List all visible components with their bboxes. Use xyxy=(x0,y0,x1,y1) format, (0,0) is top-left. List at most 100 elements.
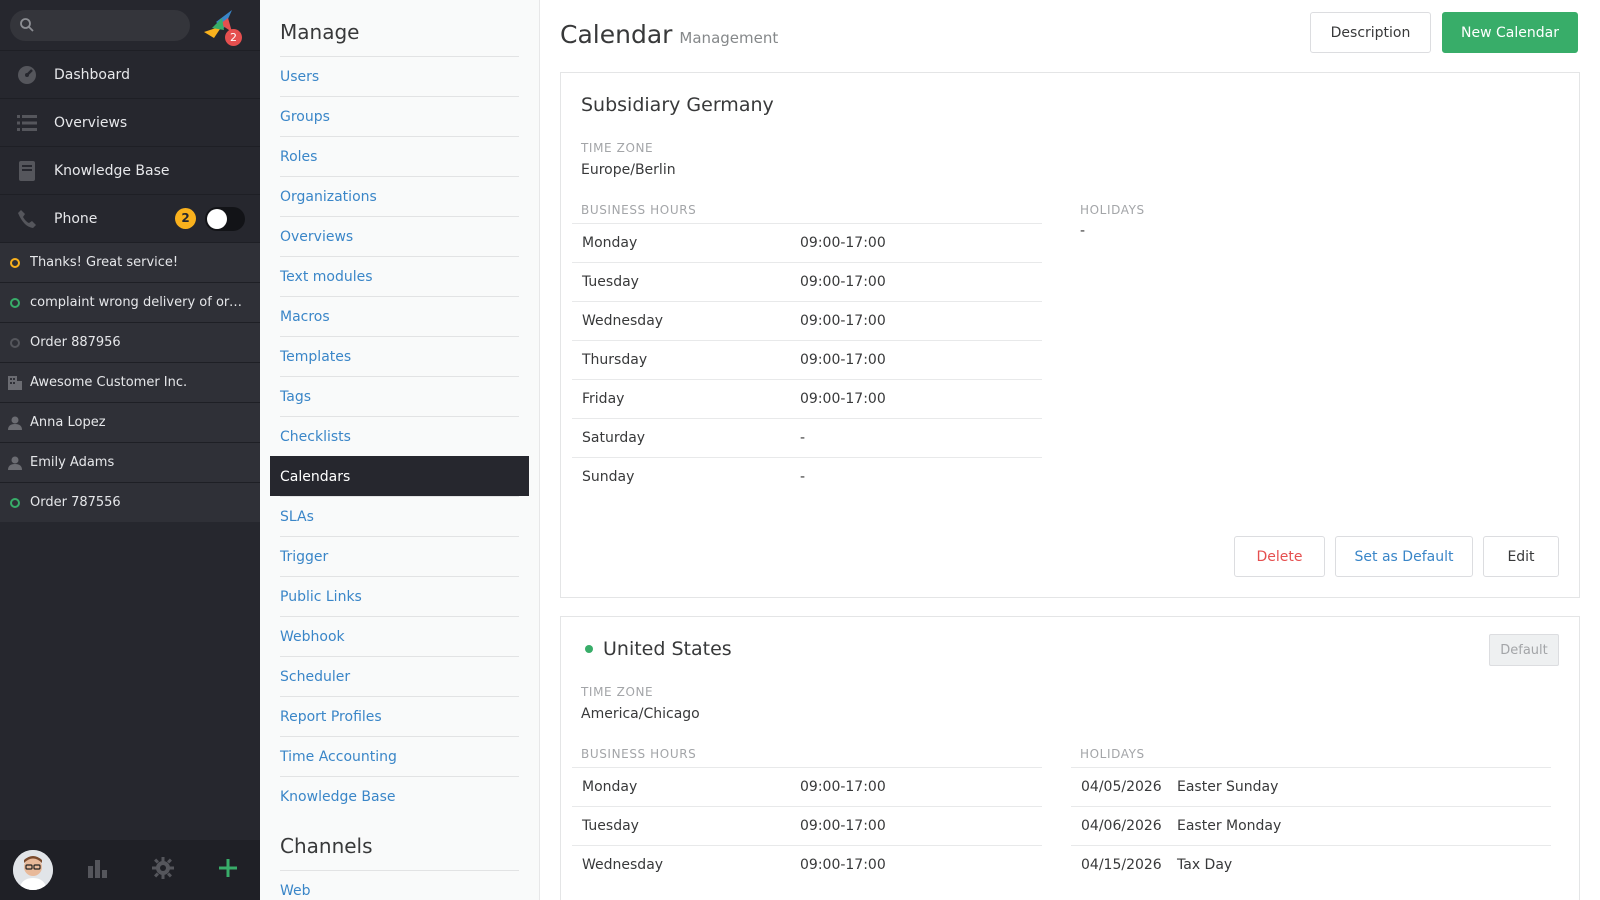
hours-cell: - xyxy=(790,418,1042,458)
calendar-card: Subsidiary Germany TIME ZONE Europe/Berl… xyxy=(560,72,1580,598)
manage-item-overviews[interactable]: Overviews xyxy=(280,216,519,256)
phone-toggle[interactable] xyxy=(205,207,245,231)
weekday-cell: Friday xyxy=(572,379,790,419)
nav-item-knowledge-base[interactable]: Knowledge Base xyxy=(0,146,260,194)
task-item[interactable]: Thanks! Great service! xyxy=(0,242,260,282)
nav-item-overviews[interactable]: Overviews xyxy=(0,98,260,146)
nav-search-row: 2 xyxy=(0,0,260,50)
manage-item-text-modules[interactable]: Text modules xyxy=(280,256,519,296)
edit-button[interactable]: Edit xyxy=(1483,536,1559,577)
manage-item-report-profiles[interactable]: Report Profiles xyxy=(280,696,519,736)
manage-item-templates[interactable]: Templates xyxy=(280,336,519,376)
task-label: Order 887956 xyxy=(30,335,121,350)
task-label: Awesome Customer Inc. xyxy=(30,375,188,390)
book-icon xyxy=(16,160,38,182)
avatar-button[interactable] xyxy=(0,840,65,900)
calendar-name-text: Subsidiary Germany xyxy=(581,94,774,116)
weekday-cell: Tuesday xyxy=(572,806,790,846)
timezone-label: TIME ZONE xyxy=(581,141,654,155)
task-label: Thanks! Great service! xyxy=(30,255,179,270)
manage-item-organizations[interactable]: Organizations xyxy=(280,176,519,216)
table-row: Saturday - xyxy=(572,418,1042,458)
channel-item-web[interactable]: Web xyxy=(280,870,519,900)
phone-count-badge: 2 xyxy=(175,208,196,229)
weekday-cell: Saturday xyxy=(572,418,790,458)
weekday-cell: Sunday xyxy=(572,457,790,497)
table-row: Wednesday 09:00-17:00 xyxy=(572,845,1042,885)
app-logo[interactable]: 2 xyxy=(202,8,242,46)
manage-item-checklists[interactable]: Checklists xyxy=(280,416,519,456)
task-item[interactable]: Order 887956 xyxy=(0,322,260,362)
organization-icon xyxy=(8,375,22,390)
new-calendar-button[interactable]: New Calendar xyxy=(1442,12,1578,53)
new-item-button[interactable] xyxy=(195,840,260,900)
holiday-date: 04/06/2026 xyxy=(1071,806,1167,846)
manage-item-calendars[interactable]: Calendars xyxy=(270,456,529,496)
manage-item-groups[interactable]: Groups xyxy=(280,96,519,136)
gear-icon xyxy=(151,857,174,883)
hours-cell: 09:00-17:00 xyxy=(790,845,1042,885)
hours-cell: 09:00-17:00 xyxy=(790,262,1042,302)
table-row: Thursday 09:00-17:00 xyxy=(572,340,1042,380)
search-icon xyxy=(19,17,35,37)
manage-item-tags[interactable]: Tags xyxy=(280,376,519,416)
manage-item-public-links[interactable]: Public Links xyxy=(280,576,519,616)
phone-icon xyxy=(16,208,38,230)
manage-sidebar: Manage Users Groups Roles Organizations … xyxy=(260,0,540,900)
task-item[interactable]: Awesome Customer Inc. xyxy=(0,362,260,402)
task-item[interactable]: Order 787556 xyxy=(0,482,260,522)
weekday-cell: Thursday xyxy=(572,340,790,380)
table-row: Wednesday 09:00-17:00 xyxy=(572,301,1042,341)
hours-cell: 09:00-17:00 xyxy=(790,223,1042,263)
notification-count: 2 xyxy=(225,29,242,46)
default-badge: Default xyxy=(1489,634,1559,666)
task-label: Anna Lopez xyxy=(30,415,106,430)
table-row: Tuesday 09:00-17:00 xyxy=(572,262,1042,302)
ticket-open-icon xyxy=(8,496,22,510)
plus-icon xyxy=(218,858,238,882)
set-default-button[interactable]: Set as Default xyxy=(1335,536,1473,577)
holidays-label: HOLIDAYS xyxy=(1080,747,1145,761)
calendar-card: United States Default TIME ZONE America/… xyxy=(560,616,1580,900)
holiday-name: Easter Sunday xyxy=(1167,767,1551,807)
search-box[interactable] xyxy=(10,10,190,41)
weekday-cell: Wednesday xyxy=(572,845,790,885)
timezone-label: TIME ZONE xyxy=(581,685,654,699)
channels-heading: Channels xyxy=(280,834,373,858)
main-navigation: 2 Dashboard Overviews Knowledge Base Pho… xyxy=(0,0,260,900)
weekday-cell: Monday xyxy=(572,223,790,263)
manage-item-knowledge-base[interactable]: Knowledge Base xyxy=(280,776,519,816)
settings-button[interactable] xyxy=(130,840,195,900)
manage-item-roles[interactable]: Roles xyxy=(280,136,519,176)
page-title: Calendar xyxy=(560,20,673,49)
task-item[interactable]: Anna Lopez xyxy=(0,402,260,442)
manage-item-scheduler[interactable]: Scheduler xyxy=(280,656,519,696)
nav-bottom-bar xyxy=(0,840,260,900)
task-item[interactable]: complaint wrong delivery of order xyxy=(0,282,260,322)
reporting-button[interactable] xyxy=(65,840,130,900)
weekday-cell: Tuesday xyxy=(572,262,790,302)
page-header: Calendar Management xyxy=(560,20,778,49)
manage-item-macros[interactable]: Macros xyxy=(280,296,519,336)
hours-cell: - xyxy=(790,457,1042,497)
manage-item-slas[interactable]: SLAs xyxy=(280,496,519,536)
manage-item-time-accounting[interactable]: Time Accounting xyxy=(280,736,519,776)
nav-item-phone[interactable]: Phone 2 xyxy=(0,194,260,242)
manage-item-webhook[interactable]: Webhook xyxy=(280,616,519,656)
delete-button[interactable]: Delete xyxy=(1234,536,1325,577)
user-icon xyxy=(8,456,22,470)
task-item[interactable]: Emily Adams xyxy=(0,442,260,482)
manage-item-trigger[interactable]: Trigger xyxy=(280,536,519,576)
manage-item-users[interactable]: Users xyxy=(280,56,519,96)
search-input[interactable] xyxy=(40,10,180,41)
ticket-open-icon xyxy=(8,296,22,310)
holidays-label: HOLIDAYS xyxy=(1080,203,1145,217)
card-actions: Delete Set as Default Edit xyxy=(1234,536,1559,577)
table-row: Friday 09:00-17:00 xyxy=(572,379,1042,419)
holidays-table: 04/05/2026 Easter Sunday 04/06/2026 Easter… xyxy=(1071,767,1551,885)
manage-heading: Manage xyxy=(280,20,360,44)
description-button[interactable]: Description xyxy=(1310,12,1431,53)
nav-item-dashboard[interactable]: Dashboard xyxy=(0,50,260,98)
hours-cell: 09:00-17:00 xyxy=(790,767,1042,807)
holiday-date: 04/05/2026 xyxy=(1071,767,1167,807)
